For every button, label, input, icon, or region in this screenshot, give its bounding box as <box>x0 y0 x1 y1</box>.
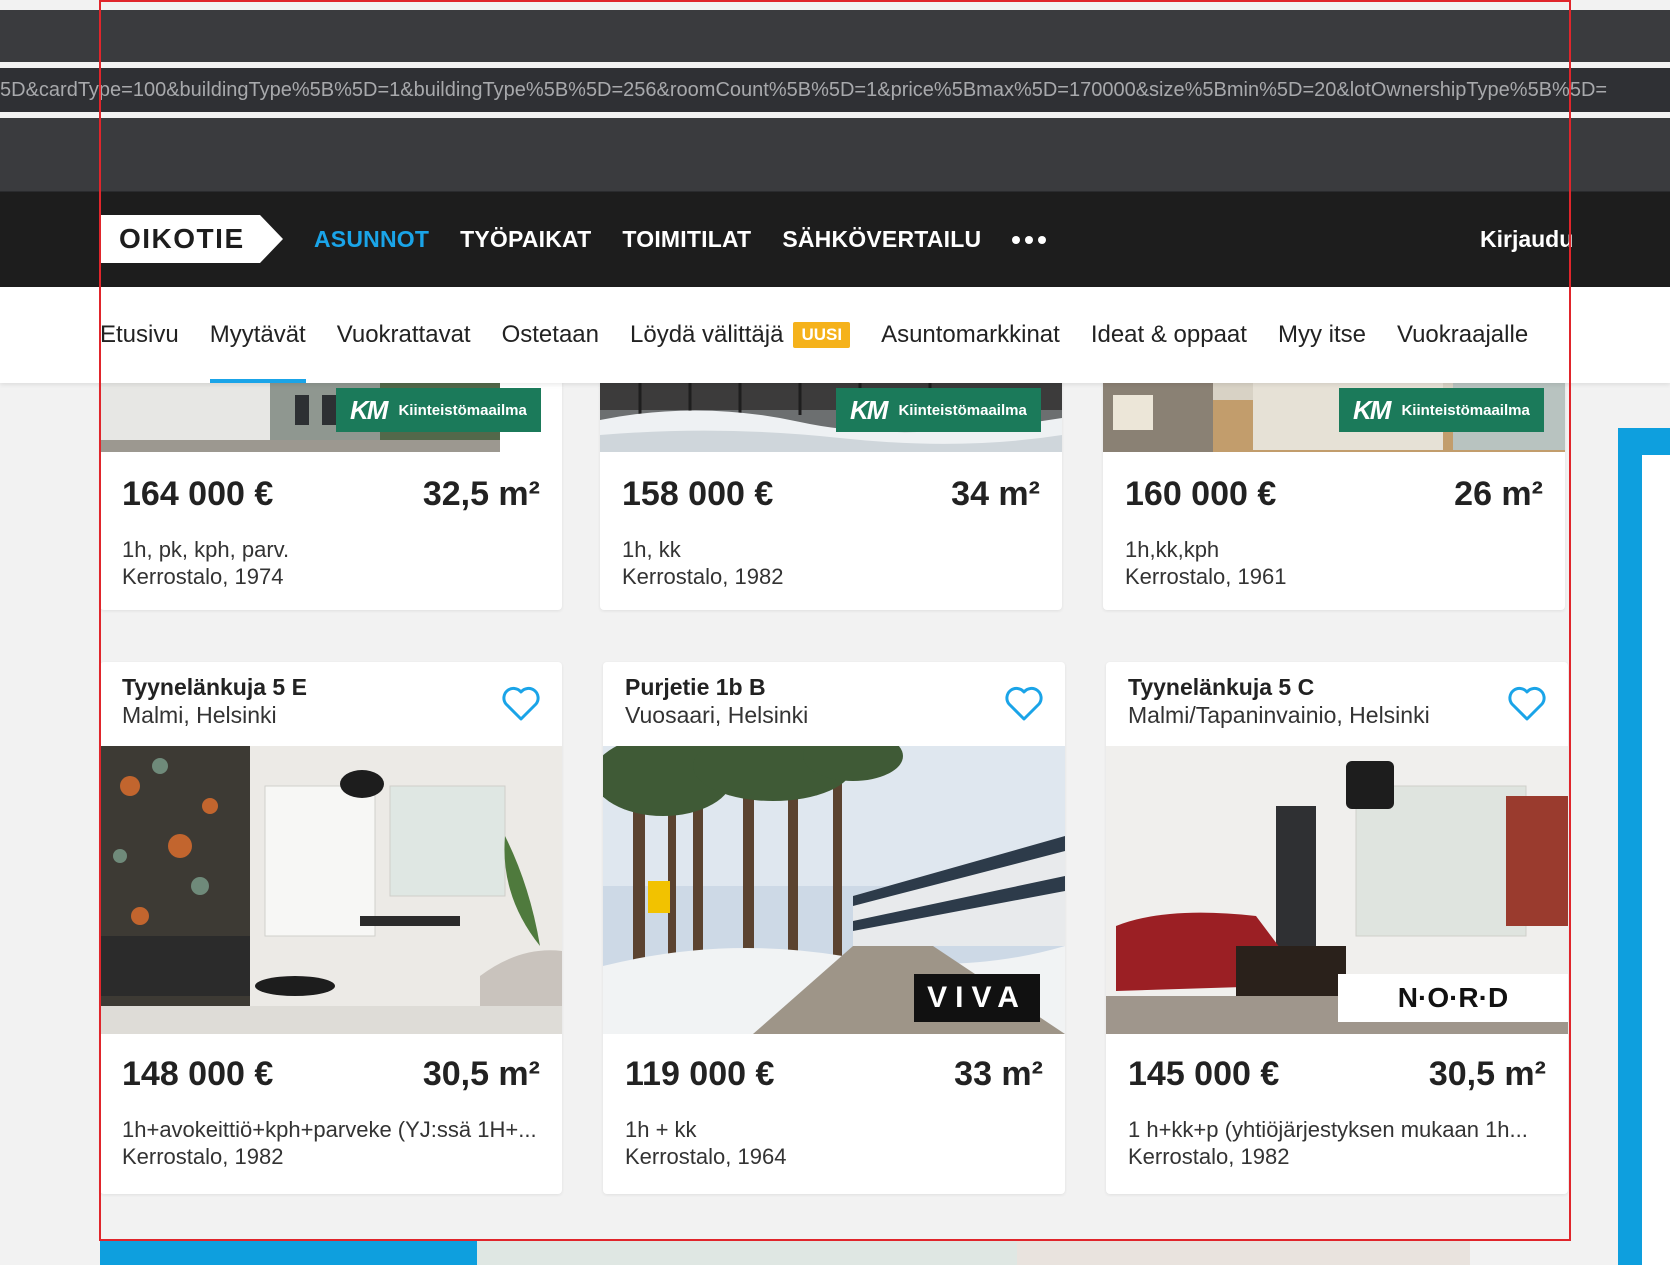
nav-tyopaikat[interactable]: TYÖPAIKAT <box>460 226 591 253</box>
subnav-label: Myy itse <box>1277 321 1366 348</box>
subnav-label: Myytävät <box>209 321 306 348</box>
listing-type: Kerrostalo, 1964 <box>625 1144 787 1169</box>
agency-badge: KM Kiinteistömaailma <box>836 388 1041 432</box>
address-bar[interactable]: 5D&cardType=100&buildingType%5B%5D=1&bui… <box>0 68 1670 112</box>
listing-area: Malmi/Tapaninvainio, Helsinki <box>1128 702 1430 728</box>
sub-nav: Etusivu Myytävät Vuokrattavat Ostetaan L… <box>0 287 1670 383</box>
agency-logo: VIVA <box>914 974 1040 1022</box>
favorite-heart-icon[interactable] <box>1005 686 1043 722</box>
subnav-loyda-valittaja[interactable]: Löydä välittäjä UUSI <box>630 287 851 383</box>
listing-type: Kerrostalo, 1982 <box>622 564 784 589</box>
ellipsis-icon[interactable] <box>1012 235 1047 244</box>
main-nav: ASUNNOT TYÖPAIKAT TOIMITILAT SÄHKÖVERTAI… <box>314 192 1047 287</box>
listing-rooms: 1h+avokeittiö+kph+parveke (YJ:ssä 1H+... <box>122 1117 537 1142</box>
browser-toolbar <box>0 118 1670 192</box>
km-logo-icon: KM <box>350 394 388 425</box>
subnav-ideat-oppaat[interactable]: Ideat & oppaat <box>1091 287 1247 383</box>
listing-size: 30,5 m² <box>422 1055 540 1093</box>
browser-tab-bar <box>0 10 1670 62</box>
oikotie-logo[interactable]: OIKOTIE <box>100 215 283 263</box>
listing-card[interactable]: Tyynelänkuja 5 C Malmi/Tapaninvainio, He… <box>1106 662 1568 1194</box>
listing-rooms: 1h, pk, kph, parv. <box>122 537 290 562</box>
listing-rooms: 1h, kk <box>622 537 681 562</box>
listing-size: 34 m² <box>951 475 1040 513</box>
agency-badge: KM Kiinteistömaailma <box>1339 388 1544 432</box>
subnav-vuokrattavat[interactable]: Vuokrattavat <box>337 287 471 383</box>
listing-photo <box>100 746 562 1034</box>
listing-type: Kerrostalo, 1961 <box>1125 564 1287 589</box>
listing-type: Kerrostalo, 1974 <box>122 564 284 589</box>
listing-street: Purjetie 1b B <box>625 674 766 700</box>
subnav-label: Etusivu <box>100 321 179 348</box>
bottom-banner-image <box>477 1240 1017 1265</box>
listing-size: 32,5 m² <box>422 475 540 513</box>
listing-size: 33 m² <box>954 1055 1043 1093</box>
logo-text: OIKOTIE <box>119 223 245 254</box>
listing-price: 164 000 € <box>122 475 274 513</box>
listing-price: 148 000 € <box>122 1055 274 1093</box>
listing-area: Vuosaari, Helsinki <box>625 702 809 728</box>
agency-logo: N·O·R·D <box>1338 974 1568 1022</box>
agency-name: Kiinteistömaailma <box>398 401 527 419</box>
listing-street: Tyynelänkuja 5 E <box>122 674 307 700</box>
subnav-label: Vuokrattavat <box>336 321 471 348</box>
listing-rooms: 1h,kk,kph <box>1125 537 1220 562</box>
listing-card[interactable]: Tyynelänkuja 5 E Malmi, Helsinki 148 000… <box>100 662 562 1194</box>
listing-card[interactable]: Purjetie 1b B Vuosaari, Helsinki VIVA 11… <box>603 662 1065 1194</box>
side-ad-content <box>1642 455 1670 1265</box>
nav-asunnot[interactable]: ASUNNOT <box>314 226 429 253</box>
listing-price: 145 000 € <box>1128 1055 1280 1093</box>
subnav-label: Ideat & oppaat <box>1090 321 1247 348</box>
nav-toimitilat[interactable]: TOIMITILAT <box>622 226 751 253</box>
agency-name: Kiinteistömaailma <box>1401 401 1530 419</box>
site-header: OIKOTIE ASUNNOT TYÖPAIKAT TOIMITILAT SÄH… <box>0 192 1670 287</box>
listing-price: 160 000 € <box>1125 475 1277 513</box>
listing-size: 26 m² <box>1454 475 1543 513</box>
listing-size: 30,5 m² <box>1428 1055 1546 1093</box>
agency-badge: KM Kiinteistömaailma <box>336 388 541 432</box>
favorite-heart-icon[interactable] <box>1508 686 1546 722</box>
subnav-etusivu[interactable]: Etusivu <box>100 287 179 383</box>
km-logo-icon: KM <box>1353 394 1391 425</box>
subnav-asuntomarkkinat[interactable]: Asuntomarkkinat <box>881 287 1060 383</box>
bottom-banner-image <box>1017 1240 1470 1265</box>
subnav-myytavat[interactable]: Myytävät <box>209 287 306 383</box>
subnav-label: Vuokraajalle <box>1396 321 1529 348</box>
listing-price: 119 000 € <box>625 1055 775 1093</box>
address-text[interactable]: 5D&cardType=100&buildingType%5B%5D=1&bui… <box>0 68 1670 112</box>
km-logo-icon: KM <box>850 394 888 425</box>
listing-type: Kerrostalo, 1982 <box>122 1144 284 1169</box>
listing-rooms: 1h + kk <box>625 1117 697 1142</box>
subnav-label: Löydä välittäjä <box>630 321 784 348</box>
listing-type: Kerrostalo, 1982 <box>1128 1144 1290 1169</box>
subnav-ostetaan[interactable]: Ostetaan <box>502 287 599 383</box>
nav-sahkovertailu[interactable]: SÄHKÖVERTAILU <box>782 226 981 253</box>
listing-rooms: 1 h+kk+p (yhtiöjärjestyksen mukaan 1h... <box>1128 1117 1528 1142</box>
agency-name: Kiinteistömaailma <box>898 401 1027 419</box>
listing-area: Malmi, Helsinki <box>122 702 277 728</box>
new-badge: UUSI <box>793 322 851 348</box>
login-link[interactable]: Kirjaudu <box>1480 192 1573 287</box>
subnav-label: Ostetaan <box>501 321 599 348</box>
subnav-label: Asuntomarkkinat <box>881 321 1060 348</box>
subnav-vuokraajalle[interactable]: Vuokraajalle <box>1397 287 1528 383</box>
listing-street: Tyynelänkuja 5 C <box>1128 674 1315 700</box>
favorite-heart-icon[interactable] <box>502 686 540 722</box>
listing-price: 158 000 € <box>622 475 774 513</box>
subnav-myy-itse[interactable]: Myy itse <box>1278 287 1366 383</box>
